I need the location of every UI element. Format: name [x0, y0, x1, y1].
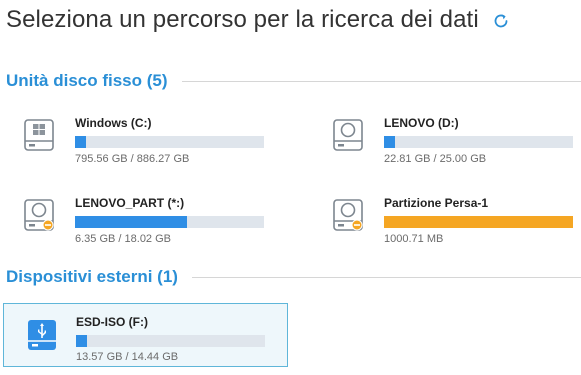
drive-name: LENOVO_PART (*:) [75, 196, 185, 210]
drive-size: 22.81 GB / 25.00 GB [384, 153, 487, 165]
drive-item-windows-c[interactable]: Windows (C:) 795.56 GB / 886.27 GB [0, 104, 290, 168]
hard-disk-warning-icon [333, 198, 363, 232]
title-row: Seleziona un percorso per la ricerca dei… [6, 0, 511, 40]
drive-name: LENOVO (D:) [384, 116, 459, 130]
section-fixed-disks: Unità disco fisso (5) [6, 70, 581, 92]
drive-usage-bar [384, 136, 573, 148]
drive-size: 13.57 GB / 14.44 GB [76, 351, 179, 363]
drive-usage-fill [384, 216, 573, 228]
drive-size: 795.56 GB / 886.27 GB [75, 153, 190, 165]
section-external-devices: Dispositivi esterni (1) [6, 266, 581, 288]
hard-disk-warning-icon [24, 198, 54, 232]
drive-usage-bar [384, 216, 573, 228]
drive-usage-bar [75, 136, 264, 148]
refresh-icon[interactable] [491, 11, 511, 31]
drive-size: 6.35 GB / 18.02 GB [75, 233, 172, 245]
drive-item-lost-partition[interactable]: Partizione Persa-1 1000.71 MB [309, 184, 581, 248]
drive-usage-bar [75, 216, 264, 228]
drive-item-lenovo-d[interactable]: LENOVO (D:) 22.81 GB / 25.00 GB [309, 104, 581, 168]
drive-usage-fill [384, 136, 396, 148]
hard-disk-icon [333, 118, 363, 152]
drive-usage-fill [76, 335, 88, 347]
drive-size: 1000.71 MB [384, 233, 444, 245]
section-divider [181, 80, 581, 82]
drive-usage-fill [75, 216, 187, 228]
drive-name: ESD-ISO (F:) [76, 315, 148, 329]
usb-drive-icon [27, 318, 57, 352]
section-title-fixed-disks: Unità disco fisso (5) [6, 71, 168, 90]
section-divider [191, 276, 581, 278]
drive-item-lenovo-part[interactable]: LENOVO_PART (*:) 6.35 GB / 18.02 GB [0, 184, 290, 248]
section-title-external-devices: Dispositivi esterni (1) [6, 267, 178, 286]
drive-usage-fill [75, 136, 87, 148]
page-title: Seleziona un percorso per la ricerca dei… [6, 6, 479, 33]
page: Seleziona un percorso per la ricerca dei… [0, 0, 581, 375]
drive-name: Windows (C:) [75, 116, 152, 130]
drive-item-esd-iso-f[interactable]: ESD-ISO (F:) 13.57 GB / 14.44 GB [3, 303, 288, 367]
drive-name: Partizione Persa-1 [384, 196, 489, 210]
windows-disk-icon [24, 118, 54, 152]
drive-usage-bar [76, 335, 265, 347]
